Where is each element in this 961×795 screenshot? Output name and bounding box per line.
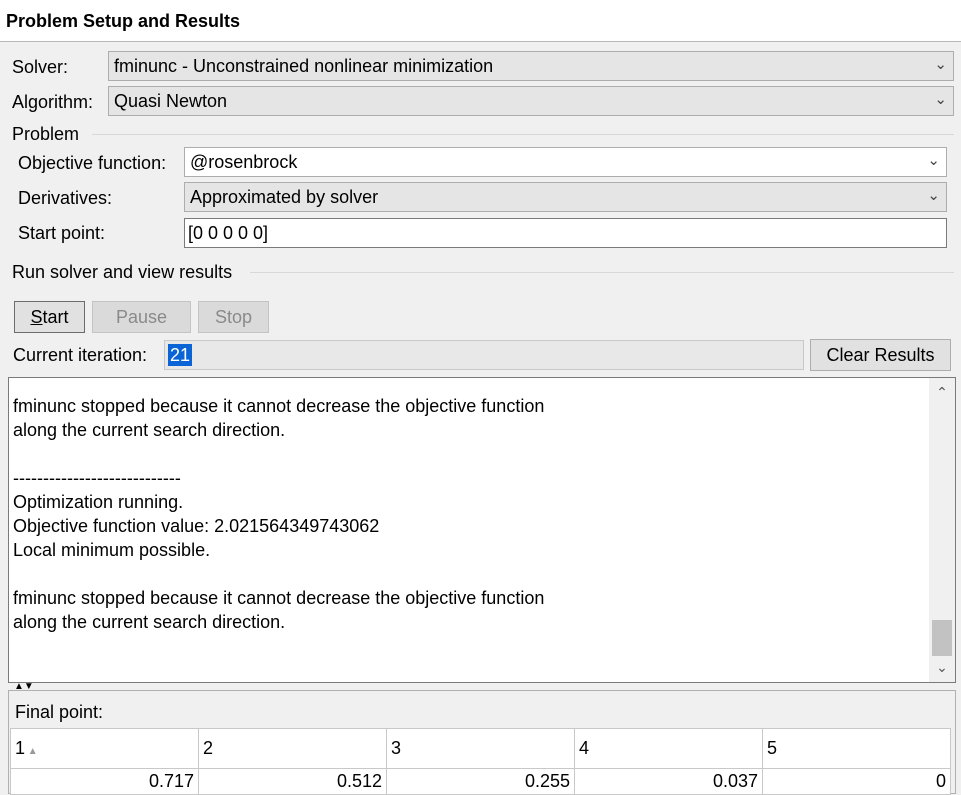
panel-header: Problem Setup and Results [0, 0, 961, 42]
results-line: fminunc stopped because it cannot decrea… [13, 588, 545, 608]
results-line: along the current search direction. [13, 612, 286, 632]
final-point-cell-2[interactable]: 0.512 [198, 768, 387, 795]
column-header-1[interactable]: 1 ▲ [10, 728, 199, 769]
results-line: ---------------------------- [13, 468, 181, 488]
panel-title: Problem Setup and Results [6, 11, 241, 31]
results-line [13, 562, 544, 586]
final-point-table: 1 ▲ 2 3 4 5 0.717 0.512 0.255 0.037 0 [10, 728, 951, 795]
results-text: fminunc stopped because it cannot decrea… [13, 394, 544, 634]
column-header-4[interactable]: 4 [574, 728, 763, 769]
current-iteration-label: Current iteration: [13, 345, 148, 365]
start-point-input[interactable]: [0 0 0 0 0] [184, 218, 947, 248]
current-iteration-field[interactable]: 21 [164, 340, 804, 370]
final-point-values-row: 0.717 0.512 0.255 0.037 0 [10, 768, 951, 795]
results-line: Optimization running. [13, 492, 184, 512]
pause-button-label: Pause [115, 307, 168, 327]
start-point-label: Start point: [18, 223, 106, 243]
objective-function-value: @rosenbrock [190, 152, 298, 172]
derivatives-label: Derivatives: [18, 188, 113, 208]
final-point-header-row: 1 ▲ 2 3 4 5 [10, 728, 951, 769]
algorithm-dropdown[interactable]: Quasi Newton ⌄ [108, 86, 954, 116]
solver-label: Solver: [12, 57, 69, 77]
stop-button[interactable]: Stop [198, 301, 269, 333]
run-heading: Run solver and view results [12, 262, 233, 282]
algorithm-label: Algorithm: [12, 92, 94, 112]
chevron-down-icon: ⌄ [927, 187, 940, 204]
solver-dropdown[interactable]: fminunc - Unconstrained nonlinear minimi… [108, 51, 954, 81]
final-point-cell-4[interactable]: 0.037 [574, 768, 763, 795]
clear-results-button-label: Clear Results [826, 345, 935, 365]
start-button[interactable]: Start [14, 301, 85, 333]
column-header-5[interactable]: 5 [762, 728, 951, 769]
chevron-down-icon[interactable]: ⌄ [929, 659, 955, 676]
objective-function-label: Objective function: [18, 153, 167, 173]
algorithm-value: Quasi Newton [114, 91, 228, 111]
chevron-up-icon[interactable]: ⌃ [929, 384, 955, 401]
chevron-down-icon: ⌄ [927, 152, 940, 169]
results-line [13, 442, 544, 466]
results-line: fminunc stopped because it cannot decrea… [13, 396, 545, 416]
problem-heading: Problem [12, 124, 80, 144]
current-iteration-value: 21 [168, 344, 193, 366]
objective-function-field[interactable]: @rosenbrock ⌄ [184, 147, 947, 177]
column-header-2[interactable]: 2 [198, 728, 387, 769]
start-point-value: [0 0 0 0 0] [188, 223, 269, 243]
solver-value: fminunc - Unconstrained nonlinear minimi… [114, 56, 494, 76]
derivatives-value: Approximated by solver [190, 187, 379, 207]
chevron-down-icon: ⌄ [934, 56, 947, 73]
final-point-cell-1[interactable]: 0.717 [10, 768, 199, 795]
column-header-3[interactable]: 3 [386, 728, 575, 769]
vertical-scrollbar[interactable]: ⌃ ⌄ [929, 378, 955, 682]
final-point-cell-5[interactable]: 0 [762, 768, 951, 795]
derivatives-dropdown[interactable]: Approximated by solver ⌄ [184, 182, 947, 212]
scrollbar-thumb[interactable] [932, 620, 952, 656]
start-button-label: Start [30, 307, 69, 327]
problem-divider [92, 134, 954, 135]
final-point-cell-3[interactable]: 0.255 [386, 768, 575, 795]
pause-button[interactable]: Pause [92, 301, 191, 333]
stop-button-label: Stop [214, 307, 253, 327]
results-line: Local minimum possible. [13, 540, 211, 560]
chevron-down-icon: ⌄ [934, 91, 947, 108]
run-divider [250, 272, 954, 273]
sort-ascending-icon: ▲ [25, 746, 38, 757]
results-line: Objective function value: 2.021564349743… [13, 516, 380, 536]
results-line: along the current search direction. [13, 420, 286, 440]
results-output[interactable]: fminunc stopped because it cannot decrea… [8, 377, 956, 683]
clear-results-button[interactable]: Clear Results [810, 339, 951, 371]
final-point-label: Final point: [15, 702, 104, 722]
